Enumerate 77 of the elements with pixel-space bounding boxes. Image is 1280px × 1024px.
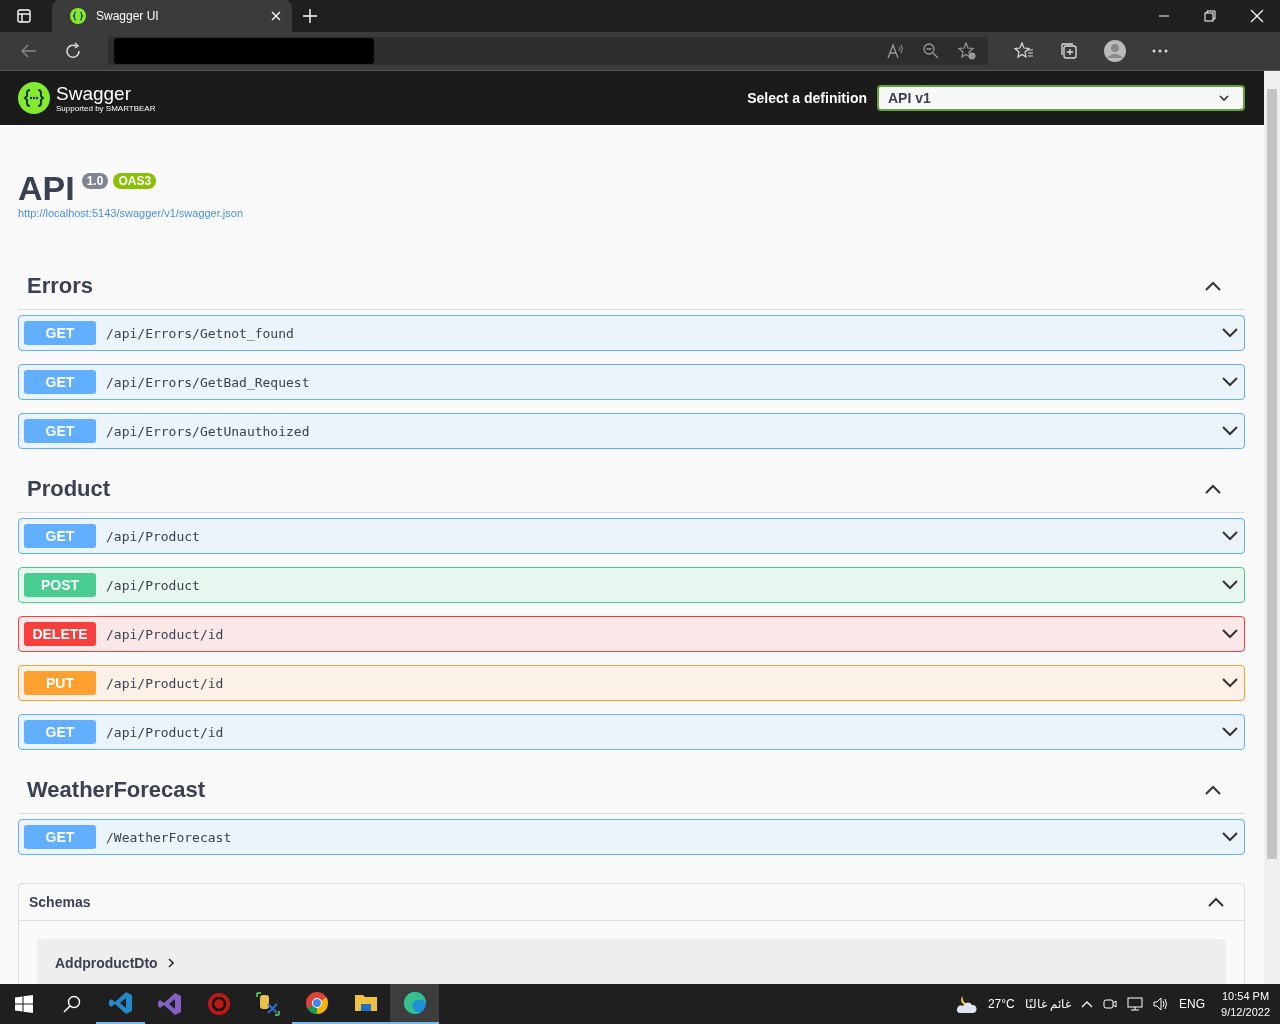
swagger-favicon-icon — [70, 8, 86, 24]
operation-row[interactable]: GET /api/Errors/Getnot_found — [18, 315, 1245, 351]
oas-badge: OAS3 — [113, 173, 157, 189]
operation-row[interactable]: GET /api/Product — [18, 518, 1245, 554]
weather-temperature: 27°C — [987, 997, 1015, 1011]
version-badge: 1.0 — [81, 173, 109, 189]
endpoint-path: /api/Errors/Getnot_found — [106, 325, 295, 341]
tag-section-header[interactable]: Errors — [18, 259, 1245, 310]
ide-icon[interactable] — [157, 992, 182, 1016]
operation-row[interactable]: GET /api/Errors/GetBad_Request — [18, 364, 1245, 400]
method-badge: GET — [24, 321, 96, 345]
endpoint-path: /api/Product/id — [106, 724, 225, 740]
chrome-browser-icon[interactable] — [304, 991, 329, 1015]
windows-start-icon[interactable] — [15, 995, 33, 1013]
tab-actions-icon[interactable] — [16, 8, 32, 24]
restore-icon[interactable] — [1204, 10, 1216, 22]
operation-row[interactable]: GET /WeatherForecast — [18, 819, 1245, 855]
operation-row[interactable]: GET /api/Errors/GetUnauthoized — [18, 413, 1245, 449]
logo-subtext: Supported by SMARTBEAR — [56, 103, 156, 113]
scrollbar[interactable] — [1264, 71, 1280, 984]
endpoint-path: /api/Product/id — [106, 675, 225, 691]
reload-icon[interactable] — [64, 42, 82, 60]
operation-row[interactable]: POST /api/Product — [18, 567, 1245, 603]
chevron-up-icon[interactable] — [1081, 1000, 1094, 1008]
read-aloud-icon[interactable] — [886, 42, 904, 60]
method-badge: POST — [24, 573, 96, 597]
chevron-down-icon — [1219, 95, 1229, 101]
method-badge: GET — [24, 419, 96, 443]
code-editor-icon[interactable] — [108, 991, 133, 1015]
profile-avatar-icon[interactable] — [1104, 40, 1126, 62]
more-options-icon[interactable] — [1152, 49, 1168, 53]
endpoint-path: /api/Errors/GetBad_Request — [106, 374, 311, 390]
search-icon[interactable] — [63, 995, 81, 1013]
method-badge: PUT — [24, 671, 96, 695]
schemas-title[interactable]: Schemas — [29, 894, 91, 910]
address-field[interactable] — [108, 37, 988, 65]
method-badge: GET — [24, 370, 96, 394]
new-tab-icon[interactable] — [302, 8, 318, 24]
edge-browser-icon[interactable] — [402, 991, 427, 1015]
network-icon[interactable] — [1127, 997, 1144, 1011]
endpoint-path: /WeatherForecast — [106, 829, 233, 845]
back-arrow-icon[interactable] — [20, 42, 38, 60]
method-badge: GET — [24, 524, 96, 548]
volume-icon[interactable] — [1153, 997, 1170, 1011]
tab-title: Swagger UI — [96, 9, 160, 23]
definition-select[interactable]: API v1 — [877, 85, 1245, 111]
favorites-icon[interactable] — [1014, 42, 1034, 60]
add-favorite-icon[interactable] — [958, 42, 976, 60]
weather-condition: غائم غالبًا — [1024, 997, 1072, 1011]
endpoint-path: /api/Product/id — [106, 626, 225, 642]
tag-section-header[interactable]: Product — [18, 462, 1245, 513]
endpoint-path: /api/Product — [106, 528, 201, 544]
input-language[interactable]: ENG — [1179, 997, 1206, 1011]
operation-row[interactable]: PUT /api/Product/id — [18, 665, 1245, 701]
endpoint-path: /api/Errors/GetUnauthoized — [106, 423, 311, 439]
zoom-out-icon[interactable] — [922, 42, 940, 60]
chevron-icon[interactable] — [1208, 897, 1224, 907]
browser-tab[interactable]: Swagger UI — [52, 0, 292, 32]
method-badge: DELETE — [24, 622, 96, 646]
clock-date: 9/12/2022 — [1221, 1005, 1270, 1020]
method-badge: GET — [24, 825, 96, 849]
close-window-icon[interactable] — [1250, 9, 1264, 23]
operation-row[interactable]: GET /api/Product/id — [18, 714, 1245, 750]
method-badge: GET — [24, 720, 96, 744]
operation-row[interactable]: DELETE /api/Product/id — [18, 616, 1245, 652]
schema-model-row[interactable]: AddproductDto — [37, 939, 1226, 984]
definition-label: Select a definition — [747, 90, 867, 106]
meet-camera-icon[interactable] — [1103, 997, 1118, 1011]
swagger-logo-icon — [18, 82, 50, 114]
database-tools-icon[interactable] — [255, 992, 280, 1016]
close-tab-icon[interactable] — [270, 10, 282, 22]
api-title: API — [18, 169, 75, 207]
endpoint-path: /api/Product — [106, 577, 201, 593]
collections-icon[interactable] — [1060, 42, 1078, 60]
clock-time: 10:54 PM — [1222, 989, 1270, 1004]
tag-section-header[interactable]: WeatherForecast — [18, 763, 1245, 814]
logo-text: Swagger — [56, 83, 131, 104]
